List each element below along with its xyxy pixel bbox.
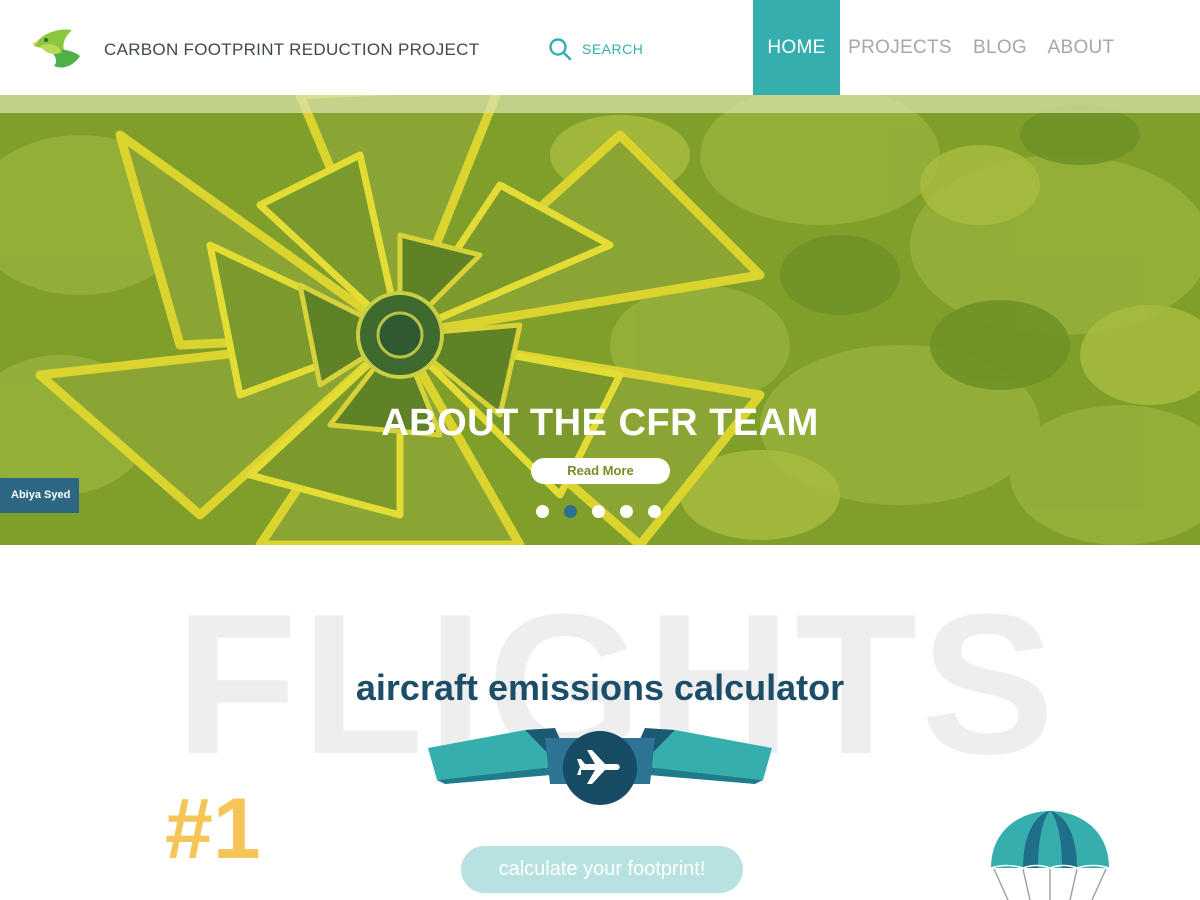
read-more-button[interactable]: Read More — [531, 458, 670, 484]
hero-title: ABOUT THE CFR TEAM — [381, 402, 819, 444]
nav-about[interactable]: ABOUT — [1046, 0, 1116, 95]
search-icon — [549, 38, 572, 61]
slider-dot-2[interactable] — [564, 505, 577, 518]
nav-home[interactable]: HOME — [753, 0, 840, 95]
wings-badge — [428, 728, 772, 805]
calculate-footprint-button[interactable]: calculate your footprint! — [461, 846, 743, 893]
nav-blog[interactable]: BLOG — [970, 0, 1030, 95]
slider-dot-4[interactable] — [620, 505, 633, 518]
slider-dot-1[interactable] — [536, 505, 549, 518]
slider-dot-3[interactable] — [592, 505, 605, 518]
search-label: SEARCH — [582, 41, 644, 57]
calculator-title: aircraft emissions calculator — [355, 667, 845, 708]
bird-leaf-logo[interactable] — [32, 26, 84, 72]
slider-dot-5[interactable] — [648, 505, 661, 518]
parachute-icon — [990, 811, 1110, 900]
nav-projects[interactable]: PROJECTS — [848, 0, 951, 95]
search-button[interactable]: SEARCH — [548, 37, 643, 61]
airplane-icon — [563, 731, 637, 805]
site-header: CARBON FOOTPRINT REDUCTION PROJECT SEARC… — [0, 0, 1200, 95]
rank-number: #1 — [165, 781, 261, 877]
hero-top-strip — [0, 95, 1200, 113]
slider-dots — [536, 505, 661, 518]
artist-credit: Abiya Syed — [0, 478, 79, 513]
site-title: CARBON FOOTPRINT REDUCTION PROJECT — [104, 40, 480, 59]
hero-banner: ABOUT THE CFR TEAM Read More Abiya Syed — [0, 95, 1200, 545]
